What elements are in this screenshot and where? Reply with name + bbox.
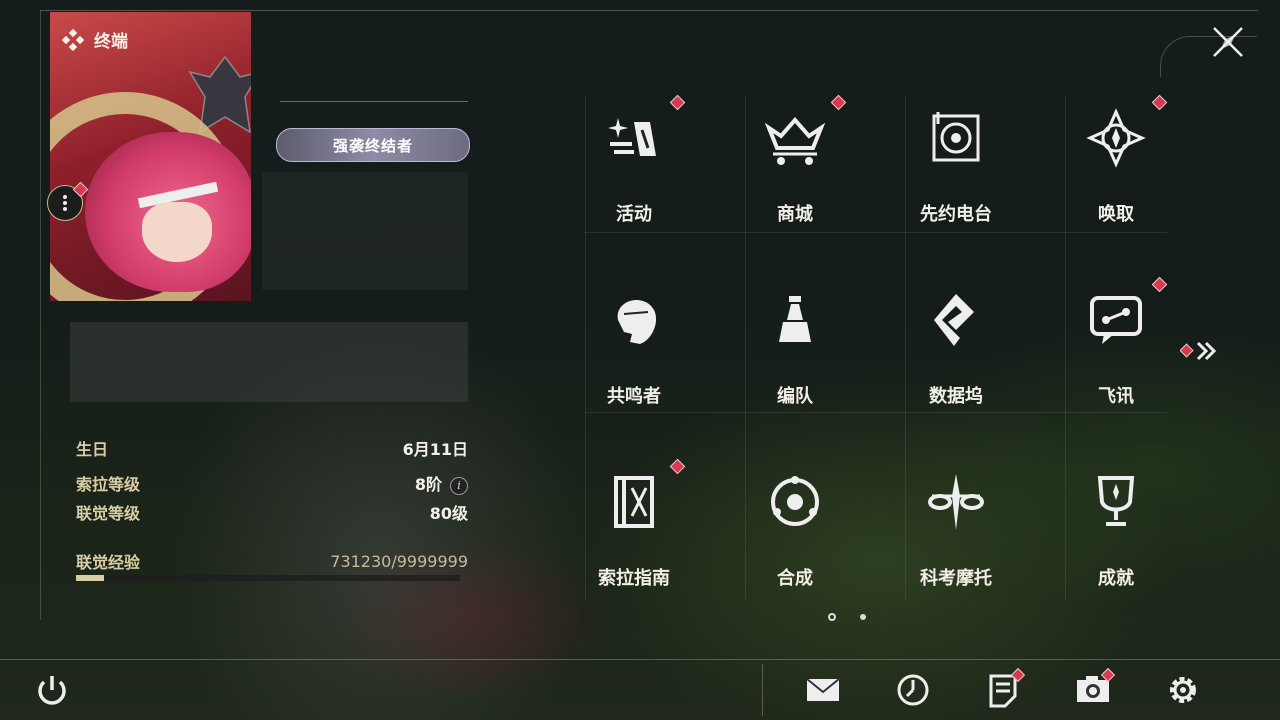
activity-icon: [608, 118, 656, 156]
radio-icon: [932, 112, 980, 162]
resonator-icon: [617, 299, 657, 344]
pagination-dots: [828, 613, 866, 621]
clock-icon: [897, 674, 929, 706]
power-button[interactable]: [32, 670, 72, 710]
message-icon: [1090, 296, 1142, 344]
menu-motorbike[interactable]: 科考摩托: [891, 472, 1021, 622]
divider: [280, 101, 468, 102]
camera-button[interactable]: [1073, 667, 1116, 710]
bottom-divider-line: [0, 659, 1280, 660]
notes-button[interactable]: [983, 667, 1026, 710]
menu-convene[interactable]: 唤取: [1051, 94, 1181, 258]
player-portrait[interactable]: [50, 12, 251, 301]
guidebook-icon: [614, 476, 654, 528]
stat-sol-rank: 索拉等级 8阶 i: [76, 472, 468, 495]
redacted-area: [262, 172, 468, 290]
next-page-button[interactable]: [1179, 340, 1220, 362]
diamond-cluster-icon: [62, 28, 84, 51]
double-chevron-right-icon: [1179, 341, 1217, 361]
info-icon[interactable]: i: [450, 476, 468, 495]
menu-achievements[interactable]: 成就: [1051, 472, 1181, 622]
clock-button[interactable]: [893, 670, 933, 710]
convene-icon: [1086, 108, 1146, 168]
close-button[interactable]: [1208, 22, 1248, 62]
power-icon: [38, 676, 66, 705]
page-title: 终端: [94, 32, 128, 52]
stat-union-level: 联觉等级 80级: [76, 504, 468, 523]
menu-radio[interactable]: 先约电台: [891, 108, 1021, 258]
menu-synthesis[interactable]: 合成: [730, 472, 860, 622]
page-dot-1[interactable]: [828, 613, 836, 621]
bottom-vertical-divider: [762, 664, 763, 716]
page-dot-2[interactable]: [860, 614, 866, 620]
menu-messages[interactable]: 飞讯: [1051, 276, 1181, 440]
title-badge-label: 强袭终结者: [332, 136, 413, 155]
vertical-dots-icon: [63, 195, 67, 211]
settings-button[interactable]: [1163, 670, 1203, 710]
trophy-icon: [1097, 476, 1135, 526]
shop-icon: [765, 116, 825, 165]
menu-shop[interactable]: 商城: [730, 94, 860, 258]
title-badge[interactable]: 强袭终结者: [276, 128, 470, 162]
frame-left-line: [40, 10, 41, 620]
motorbike-icon: [928, 474, 984, 530]
frame-top-line: [40, 10, 1258, 11]
mail-icon: [806, 678, 840, 701]
xp-progress-fill: [76, 575, 105, 581]
stat-union-xp: 联觉经验 731230/9999999: [76, 551, 468, 573]
mail-button[interactable]: [803, 670, 843, 710]
menu-databank[interactable]: 数据坞: [891, 290, 1021, 440]
more-options-button[interactable]: [47, 181, 89, 221]
close-x-icon: [1213, 27, 1243, 57]
menu-team[interactable]: 编队: [730, 290, 860, 440]
synthesis-icon: [771, 476, 819, 526]
xp-progress-bar: [76, 575, 460, 581]
settings-gear-icon: [1170, 677, 1196, 703]
team-icon: [779, 296, 811, 342]
databank-icon: [934, 294, 974, 346]
menu-activity[interactable]: 活动: [569, 94, 699, 258]
signature-redacted[interactable]: [70, 322, 468, 402]
menu-resonators[interactable]: 共鸣者: [569, 290, 699, 440]
stat-birthday: 生日 6月11日: [76, 440, 468, 459]
menu-guidebook[interactable]: 索拉指南: [569, 458, 699, 622]
terminal-header: 终端: [62, 27, 128, 52]
